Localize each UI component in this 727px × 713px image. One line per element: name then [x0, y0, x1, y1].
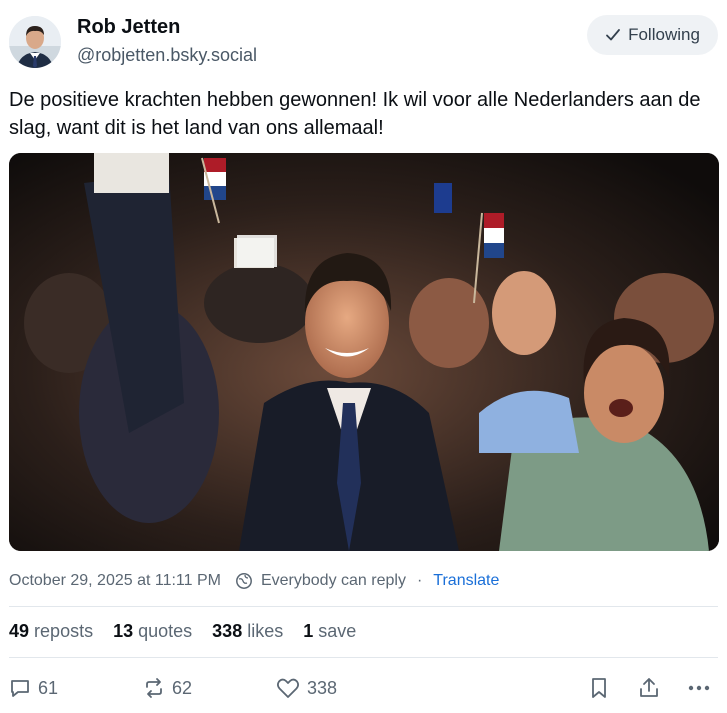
likes-stat[interactable]: 338 likes — [212, 621, 283, 642]
reposts-count: 49 — [9, 621, 30, 641]
author-handle[interactable]: @robjetten.bsky.social — [77, 45, 257, 66]
post-timestamp[interactable]: October 29, 2025 at 11:11 PM — [9, 572, 221, 590]
heart-icon — [276, 678, 300, 698]
following-label: Following — [628, 25, 700, 44]
quotes-label: quotes — [138, 621, 193, 641]
post-meta: October 29, 2025 at 11:11 PM Everybody c… — [9, 572, 499, 590]
divider-bottom — [9, 657, 718, 658]
saves-stat[interactable]: 1 save — [303, 621, 356, 642]
repost-count: 62 — [172, 677, 193, 698]
checkmark-icon — [606, 29, 620, 41]
likes-count: 338 — [212, 621, 243, 641]
like-button[interactable]: 338 — [275, 672, 337, 704]
divider-top — [9, 606, 718, 607]
reply-icon — [11, 680, 29, 697]
post-image-content — [9, 153, 719, 551]
saves-count: 1 — [303, 621, 314, 641]
repost-icon — [146, 678, 162, 698]
reply-button[interactable]: 61 — [8, 672, 58, 704]
share-icon — [640, 678, 658, 697]
bookmark-icon — [592, 678, 606, 698]
reply-count: 61 — [38, 677, 59, 698]
translate-link[interactable]: Translate — [433, 572, 499, 590]
more-options-button[interactable] — [686, 672, 712, 704]
repost-button[interactable]: 62 — [142, 672, 192, 704]
author-avatar[interactable] — [9, 16, 61, 68]
following-button[interactable]: Following — [587, 15, 718, 55]
meta-separator: · — [416, 572, 423, 589]
quotes-count: 13 — [113, 621, 134, 641]
globe-icon — [236, 573, 252, 589]
author-name[interactable]: Rob Jetten — [77, 16, 180, 39]
quotes-stat[interactable]: 13 quotes — [113, 621, 192, 642]
post-image[interactable] — [9, 153, 719, 551]
reply-setting[interactable]: Everybody can reply — [261, 572, 406, 590]
post-text: De positieve krachten hebben gewonnen! I… — [9, 89, 701, 139]
reposts-stat[interactable]: 49 reposts — [9, 621, 93, 642]
post-stats: 49 reposts 13 quotes 338 likes 1 save — [9, 621, 356, 642]
like-count: 338 — [307, 677, 338, 698]
avatar-image — [9, 16, 61, 68]
reposts-label: reposts — [34, 621, 94, 641]
ellipsis-icon — [688, 685, 710, 691]
saves-label: save — [318, 621, 357, 641]
action-bar: 61 62 338 — [0, 672, 727, 704]
share-button[interactable] — [637, 672, 661, 704]
likes-label: likes — [247, 621, 284, 641]
bookmark-button[interactable] — [588, 672, 610, 704]
